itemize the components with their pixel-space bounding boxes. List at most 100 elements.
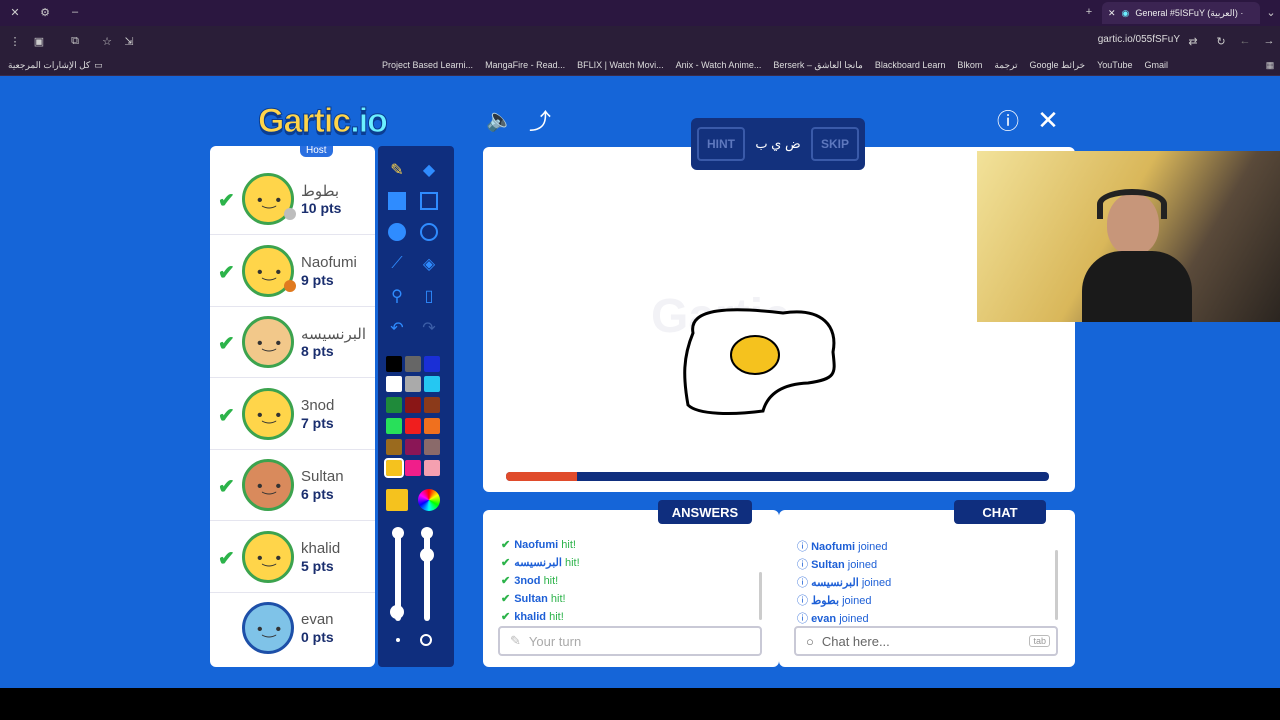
player-row: ✔ •‿• Naofumi 9 pts (210, 236, 375, 307)
extension-icon[interactable]: ▣ (32, 34, 46, 48)
color-swatch[interactable] (386, 356, 402, 372)
color-swatch[interactable] (424, 397, 440, 413)
filled-circle-icon[interactable] (388, 223, 406, 241)
bookmark-item[interactable]: Anix - Watch Anime... (676, 60, 762, 71)
color-swatch[interactable] (405, 397, 421, 413)
new-tab-icon[interactable]: + (1082, 5, 1096, 19)
install-icon[interactable]: ⇲ (122, 34, 136, 48)
opacity-slider[interactable] (424, 531, 430, 621)
filled-rect-icon[interactable] (388, 192, 406, 210)
minimize-icon[interactable]: – (68, 5, 82, 19)
bookmark-star-icon[interactable]: ☆ (100, 34, 114, 48)
tab-search-icon[interactable]: ⌄ (1264, 5, 1278, 19)
page-icon[interactable]: ▯ (418, 285, 440, 307)
undo-icon[interactable]: ↶ (386, 317, 408, 339)
settings-icon[interactable]: ⚙ (38, 5, 52, 19)
bookmark-list: Project Based Learni... MangaFire - Read… (382, 60, 1168, 71)
circle-outline-icon[interactable] (420, 223, 438, 241)
answers-title: ANSWERS (658, 500, 752, 524)
color-swatch[interactable] (386, 376, 402, 392)
eyedropper-icon[interactable]: ⚲ (386, 285, 408, 307)
color-swatch[interactable] (424, 356, 440, 372)
host-badge: Host (300, 146, 333, 157)
line-icon[interactable]: ⟋ (386, 253, 408, 275)
answer-input[interactable]: ✎ Your turn (498, 626, 762, 656)
close-window-icon[interactable]: ✕ (8, 5, 22, 19)
close-game-icon[interactable]: ✕ (1034, 105, 1062, 135)
color-swatch[interactable] (424, 439, 440, 455)
all-bookmarks[interactable]: كل الإشارات المرجعية ▭ (8, 60, 103, 71)
menu-icon[interactable]: ⋮ (8, 34, 22, 48)
color-swatch[interactable] (405, 439, 421, 455)
fill-bucket-icon[interactable]: ◈ (418, 253, 440, 275)
color-swatch[interactable] (424, 418, 440, 434)
avatar: •‿• (242, 602, 294, 654)
status-dot (284, 208, 296, 220)
checkmark-icon: ✔ (501, 539, 511, 551)
bookmark-item[interactable]: ترجمة (994, 60, 1017, 71)
hint-bar: HINT ض ي ب SKIP (691, 118, 865, 170)
hint-button[interactable]: HINT (697, 127, 745, 161)
all-bookmarks-label: كل الإشارات المرجعية (8, 60, 91, 70)
eraser-icon[interactable]: ◆ (418, 159, 440, 181)
chat-input[interactable]: ○ Chat here... tab (794, 626, 1058, 656)
browser-tab-strip: ✕ ⚙ – + ✕ ◉ General #5ISFuY (العربية) · … (0, 0, 1280, 26)
bookmark-item[interactable]: YouTube (1097, 60, 1132, 71)
search-icon: ○ (806, 633, 814, 649)
color-swatch[interactable] (405, 418, 421, 434)
color-wheel-icon[interactable] (418, 489, 440, 511)
player-row: •‿• evan 0 pts (210, 593, 375, 664)
checkmark-icon: ✔ (501, 557, 511, 569)
bookmark-item[interactable]: MangaFire - Read... (485, 60, 565, 71)
answers-scrollbar[interactable] (759, 572, 762, 620)
bookmark-item[interactable]: BFLIX | Watch Movi... (577, 60, 664, 71)
color-swatch[interactable] (424, 460, 440, 476)
active-tab[interactable]: ✕ ◉ General #5ISFuY (العربية) · (1102, 2, 1260, 24)
chat-message: ⓘ Naofumi joined (797, 541, 888, 553)
color-swatch[interactable] (424, 376, 440, 392)
color-swatch[interactable] (386, 418, 402, 434)
rect-outline-icon[interactable] (420, 192, 438, 210)
egg-yolk (730, 335, 780, 375)
bookmarks-bar: كل الإشارات المرجعية ▭ Project Based Lea… (0, 56, 1280, 76)
forward-icon[interactable]: ← (1238, 34, 1252, 48)
opacity-handle[interactable] (420, 548, 434, 562)
brush-size-handle[interactable] (390, 605, 404, 619)
info-icon: ⓘ (797, 595, 812, 607)
redo-icon[interactable]: ↷ (418, 317, 440, 339)
sound-icon[interactable]: 🔈 (486, 106, 514, 134)
tab-favicon-icon: ◉ (1121, 7, 1130, 18)
color-swatch[interactable] (386, 439, 402, 455)
back-icon[interactable]: → (1262, 34, 1276, 48)
bookmark-item[interactable]: Blkom (957, 60, 982, 71)
bookmark-item[interactable]: Google خرائط (1029, 60, 1085, 71)
screen-bottom (0, 688, 1280, 720)
info-icon[interactable]: ⓘ (994, 106, 1022, 134)
skip-button[interactable]: SKIP (810, 127, 859, 161)
chat-panel: CHAT ⓘ Naofumi joined ⓘ Sultan joined ⓘ … (779, 500, 1075, 667)
info-icon: ⓘ (797, 613, 812, 625)
close-tab-icon[interactable]: ✕ (1108, 8, 1116, 19)
reload-icon[interactable]: ↻ (1214, 34, 1228, 48)
pencil-icon[interactable]: ✎ (386, 159, 408, 181)
color-swatch[interactable] (405, 356, 421, 372)
word-hint: ض ي ب (755, 136, 801, 151)
slider-top-dot (421, 527, 433, 539)
player-name: evan (301, 611, 334, 628)
color-swatch[interactable] (386, 397, 402, 413)
checkmark-icon: ✔ (218, 548, 235, 570)
bookmark-item[interactable]: Blackboard Learn (875, 60, 946, 71)
site-settings-icon[interactable]: ⇄ (1186, 34, 1200, 48)
bookmark-item[interactable]: Berserk – مانجا العاشق (773, 60, 863, 71)
url-field[interactable]: gartic.io/055fSFuY (1040, 34, 1180, 45)
apps-grid-icon[interactable]: ▦ (1264, 59, 1276, 71)
color-swatch-selected[interactable] (384, 458, 404, 478)
share-icon[interactable]: ⤴ (526, 106, 554, 134)
bookmark-item[interactable]: Gmail (1144, 60, 1168, 71)
color-swatch[interactable] (405, 460, 421, 476)
answer-message: ✔ Sultan hit! (501, 593, 566, 605)
chat-scrollbar[interactable] (1055, 550, 1058, 620)
bookmark-item[interactable]: Project Based Learni... (382, 60, 473, 71)
share-page-icon[interactable]: ⧉ (68, 34, 82, 48)
color-swatch[interactable] (405, 376, 421, 392)
